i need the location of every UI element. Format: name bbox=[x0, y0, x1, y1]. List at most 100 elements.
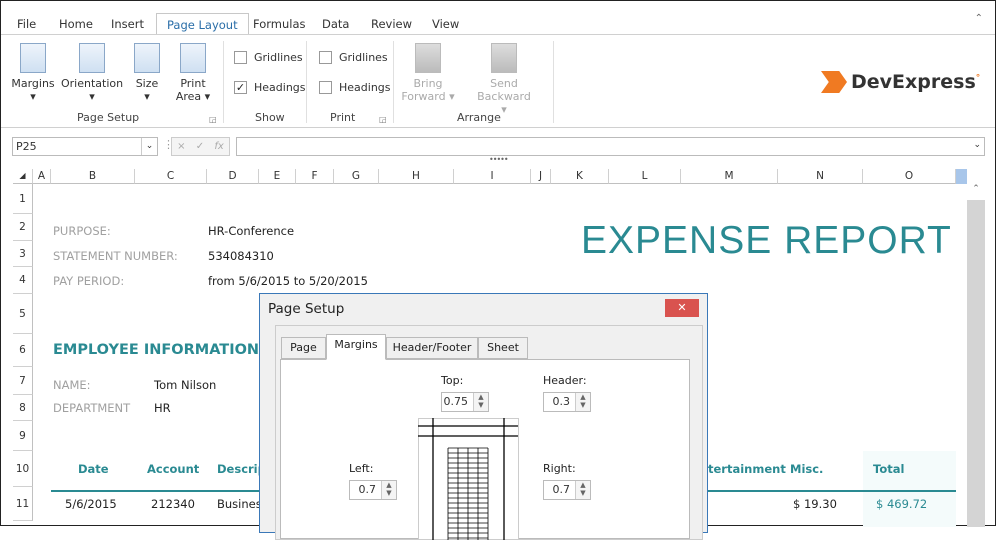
column-header-D[interactable]: D bbox=[207, 169, 259, 184]
column-header-C[interactable]: C bbox=[135, 169, 207, 184]
show-group-label: Show bbox=[255, 111, 285, 124]
header-stepper[interactable]: 0.3 ▲ ▼ bbox=[543, 392, 591, 412]
row-header-7[interactable]: 7 bbox=[13, 367, 33, 395]
column-header-A[interactable]: A bbox=[33, 169, 51, 184]
vertical-scrollbar[interactable]: ⌃ bbox=[967, 184, 985, 527]
tab-view[interactable]: View bbox=[432, 13, 459, 35]
name-label: NAME: bbox=[53, 378, 91, 392]
header-total: Total bbox=[873, 462, 905, 476]
devexpress-logo: DevExpress° bbox=[821, 71, 980, 93]
print-launcher-icon[interactable]: ◲ bbox=[379, 115, 387, 124]
collapse-ribbon-icon[interactable]: ⌃ bbox=[975, 13, 983, 24]
dialog-title: Page Setup bbox=[268, 301, 345, 317]
enter-icon[interactable]: ✓ bbox=[196, 138, 204, 155]
cell-total[interactable]: $ 469.72 bbox=[876, 497, 927, 511]
cell-account[interactable]: 212340 bbox=[151, 497, 195, 511]
header-label: Header: bbox=[543, 374, 587, 387]
cell-description[interactable]: Busines bbox=[217, 497, 262, 511]
statement-cell[interactable]: 534084310 bbox=[208, 249, 274, 263]
show-gridlines-checkbox[interactable]: Gridlines bbox=[234, 51, 303, 64]
orientation-icon bbox=[79, 43, 105, 73]
size-button[interactable]: Size ▾ bbox=[131, 43, 163, 103]
tab-home[interactable]: Home bbox=[59, 13, 93, 35]
column-header-O[interactable]: O bbox=[863, 169, 956, 184]
row-header-11[interactable]: 11 bbox=[13, 487, 33, 521]
header-account: Account bbox=[147, 462, 200, 476]
show-headings-checkbox[interactable]: ✓ Headings bbox=[234, 81, 306, 94]
close-button[interactable]: ✕ bbox=[665, 299, 699, 317]
ribbon: Margins ▾ Orientation ▾ Size ▾ Print Area ▾ … bbox=[1, 34, 995, 128]
divider bbox=[306, 41, 307, 123]
row-header-2[interactable]: 2 bbox=[13, 214, 33, 241]
cell-misc[interactable]: $ 19.30 bbox=[793, 497, 837, 511]
dept-label: DEPARTMENT bbox=[53, 401, 131, 415]
row-header-8[interactable]: 8 bbox=[13, 395, 33, 421]
resize-handle[interactable]: ••••• bbox=[489, 155, 509, 164]
page-setup-launcher-icon[interactable]: ◲ bbox=[209, 115, 217, 124]
header-misc: Misc. bbox=[790, 462, 824, 476]
column-header-E[interactable]: E bbox=[259, 169, 296, 184]
tab-formulas[interactable]: Formulas bbox=[253, 13, 306, 35]
scroll-up-icon[interactable]: ⌃ bbox=[967, 184, 985, 200]
top-stepper[interactable]: 0.75 ▲ ▼ bbox=[441, 392, 489, 412]
purpose-label: PURPOSE: bbox=[53, 224, 111, 238]
print-group-label: Print bbox=[330, 111, 356, 124]
left-stepper[interactable]: 0.7 ▲ ▼ bbox=[349, 480, 397, 500]
purpose-cell[interactable]: HR-Conference bbox=[208, 224, 294, 238]
tab-margins[interactable]: Margins bbox=[326, 334, 386, 360]
row-header-4[interactable]: 4 bbox=[13, 267, 33, 294]
row-header-10[interactable]: 10 bbox=[13, 451, 33, 487]
column-header-F[interactable]: F bbox=[296, 169, 334, 184]
orientation-button[interactable]: Orientation ▾ bbox=[61, 43, 123, 103]
formula-input[interactable]: ⌄ bbox=[236, 137, 985, 156]
cell-date[interactable]: 5/6/2015 bbox=[65, 497, 117, 511]
margins-panel: Top: 0.75 ▲ ▼ Header: 0.3 ▲ ▼ Left: 0.7 ▲ ▼ Ri… bbox=[280, 359, 690, 540]
send-backward-button[interactable]: Send Backward ▾ bbox=[463, 43, 545, 116]
column-header-B[interactable]: B bbox=[51, 169, 135, 184]
period-label: PAY PERIOD: bbox=[53, 274, 125, 288]
row-header-9[interactable]: 9 bbox=[13, 421, 33, 451]
column-header-M[interactable]: M bbox=[681, 169, 778, 184]
period-cell[interactable]: from 5/6/2015 to 5/20/2015 bbox=[208, 274, 368, 288]
bring-forward-button[interactable]: Bring Forward ▾ bbox=[401, 43, 455, 103]
column-header-I[interactable]: I bbox=[454, 169, 531, 184]
tab-sheet[interactable]: Sheet bbox=[478, 337, 528, 359]
name-cell[interactable]: Tom Nilson bbox=[154, 378, 216, 392]
row-header-6[interactable]: 6 bbox=[13, 334, 33, 367]
column-header-N[interactable]: N bbox=[778, 169, 863, 184]
right-label: Right: bbox=[543, 462, 576, 475]
column-header-H[interactable]: H bbox=[379, 169, 454, 184]
row-header-1[interactable]: 1 bbox=[13, 184, 33, 214]
left-label: Left: bbox=[349, 462, 374, 475]
name-box[interactable]: P25 ⌄ bbox=[12, 137, 158, 156]
column-header-G[interactable]: G bbox=[334, 169, 379, 184]
print-gridlines-checkbox[interactable]: Gridlines bbox=[319, 51, 388, 64]
chevron-down-icon[interactable]: ⌄ bbox=[141, 138, 157, 155]
row-header-3[interactable]: 3 bbox=[13, 241, 33, 267]
select-all-button[interactable]: ◢ bbox=[13, 169, 33, 184]
right-stepper[interactable]: 0.7 ▲ ▼ bbox=[543, 480, 591, 500]
tab-page-layout[interactable]: Page Layout bbox=[156, 13, 249, 35]
header-entertainment: tertainment bbox=[708, 462, 786, 476]
page-setup-dialog: Page Setup ✕ Page Margins Header/Footer … bbox=[259, 293, 708, 540]
tab-file[interactable]: File bbox=[17, 13, 36, 35]
cancel-icon[interactable]: × bbox=[177, 138, 185, 155]
employee-heading: EMPLOYEE INFORMATION: bbox=[53, 342, 265, 358]
function-icon[interactable]: fx bbox=[214, 138, 223, 155]
tab-data[interactable]: Data bbox=[322, 13, 349, 35]
print-area-button[interactable]: Print Area ▾ bbox=[173, 43, 213, 103]
tab-review[interactable]: Review bbox=[371, 13, 412, 35]
column-header-J[interactable]: J bbox=[531, 169, 551, 184]
column-header-K[interactable]: K bbox=[551, 169, 609, 184]
tab-insert[interactable]: Insert bbox=[111, 13, 144, 35]
dept-cell[interactable]: HR bbox=[154, 401, 171, 415]
chevron-down-icon[interactable]: ⌄ bbox=[973, 140, 981, 150]
send-backward-icon bbox=[491, 43, 517, 73]
print-headings-checkbox[interactable]: Headings bbox=[319, 81, 391, 94]
tab-header-footer[interactable]: Header/Footer bbox=[386, 337, 478, 359]
row-header-5[interactable]: 5 bbox=[13, 294, 33, 334]
margins-button[interactable]: Margins ▾ bbox=[11, 43, 55, 103]
tab-page[interactable]: Page bbox=[281, 337, 326, 359]
column-header-end bbox=[956, 169, 967, 184]
column-header-L[interactable]: L bbox=[609, 169, 681, 184]
